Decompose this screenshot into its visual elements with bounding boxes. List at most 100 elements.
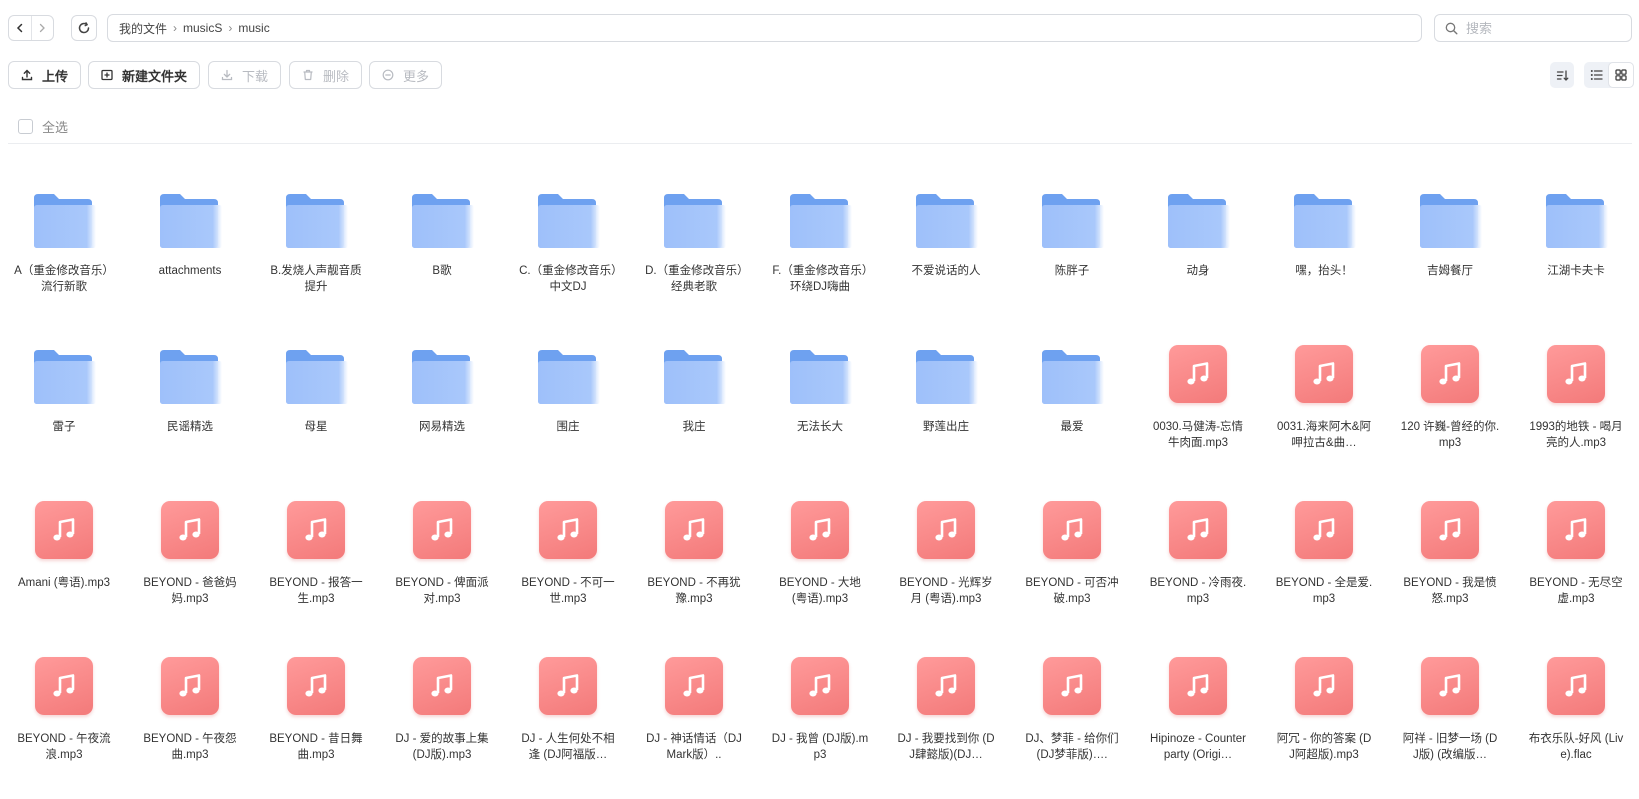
music-note-icon — [539, 657, 597, 715]
folder-item[interactable]: 无法长大 — [757, 342, 883, 498]
music-file-item[interactable]: BEYOND - 爸爸妈妈.mp3 — [127, 498, 253, 654]
music-file-icon — [284, 654, 348, 718]
music-file-item[interactable]: 阿祥 - 旧梦一场 (DJ版) (改编版… — [1387, 654, 1513, 799]
folder-item[interactable]: 我庄 — [631, 342, 757, 498]
breadcrumb-item[interactable]: 我的文件 — [119, 20, 167, 37]
folder-item[interactable]: 江湖卡夫卡 — [1513, 186, 1639, 342]
music-file-item[interactable]: 120 许巍-曾经的你.mp3 — [1387, 342, 1513, 498]
music-file-item[interactable]: Amani (粤语).mp3 — [1, 498, 127, 654]
folder-item[interactable]: A（重金修改音乐）流行新歌 — [1, 186, 127, 342]
music-file-item[interactable]: BEYOND - 俾面派对.mp3 — [379, 498, 505, 654]
music-file-item[interactable]: BEYOND - 不再犹豫.mp3 — [631, 498, 757, 654]
search-box[interactable] — [1434, 14, 1632, 42]
music-file-item[interactable]: BEYOND - 可否冲破.mp3 — [1009, 498, 1135, 654]
folder-item[interactable]: 不爱说话的人 — [883, 186, 1009, 342]
music-file-item[interactable]: BEYOND - 报答一生.mp3 — [253, 498, 379, 654]
folder-item[interactable]: D.（重金修改音乐）经典老歌 — [631, 186, 757, 342]
folder-item[interactable]: 民谣精选 — [127, 342, 253, 498]
breadcrumb[interactable]: 我的文件 › musicS › music — [107, 14, 1422, 42]
folder-item[interactable]: B.发烧人声靓音质提升 — [253, 186, 379, 342]
music-note-icon — [1295, 501, 1353, 559]
folder-icon — [1166, 186, 1230, 250]
music-file-item[interactable]: BEYOND - 冷雨夜.mp3 — [1135, 498, 1261, 654]
music-file-icon — [32, 498, 96, 562]
upload-button[interactable]: 上传 — [8, 61, 82, 89]
music-file-icon — [1040, 498, 1104, 562]
folder-item[interactable]: 网易精选 — [379, 342, 505, 498]
folder-item[interactable]: 动身 — [1135, 186, 1261, 342]
download-button[interactable]: 下载 — [208, 61, 282, 89]
music-file-item[interactable]: BEYOND - 昔日舞曲.mp3 — [253, 654, 379, 799]
forward-button[interactable] — [30, 16, 54, 40]
folder-item[interactable]: 野莲出庄 — [883, 342, 1009, 498]
music-file-item[interactable]: DJ、梦菲 - 给你们 (DJ梦菲版)…. — [1009, 654, 1135, 799]
music-note-icon — [161, 657, 219, 715]
new-folder-button[interactable]: 新建文件夹 — [88, 61, 201, 89]
music-file-item[interactable]: 阿冗 - 你的答案 (DJ阿超版).mp3 — [1261, 654, 1387, 799]
folder-item[interactable]: 围庄 — [505, 342, 631, 498]
folder-item[interactable]: 陈胖子 — [1009, 186, 1135, 342]
music-file-item[interactable]: BEYOND - 大地 (粤语).mp3 — [757, 498, 883, 654]
item-name: 吉姆餐厅 — [1427, 265, 1473, 277]
music-note-icon — [917, 501, 975, 559]
search-icon — [1445, 22, 1458, 34]
item-name: B歌 — [432, 265, 452, 277]
folder-item[interactable]: 雷子 — [1, 342, 127, 498]
music-file-item[interactable]: BEYOND - 光辉岁月 (粤语).mp3 — [883, 498, 1009, 654]
folder-item[interactable]: C.（重金修改音乐）中文DJ — [505, 186, 631, 342]
folder-item[interactable]: attachments — [127, 186, 253, 342]
folder-item[interactable]: 母星 — [253, 342, 379, 498]
music-file-item[interactable]: BEYOND - 不可一世.mp3 — [505, 498, 631, 654]
music-file-item[interactable]: DJ - 我曾 (DJ版).mp3 — [757, 654, 883, 799]
music-file-item[interactable]: 布衣乐队-好风 (Live).flac — [1513, 654, 1639, 799]
search-input[interactable] — [1466, 20, 1616, 36]
item-name: 不爱说话的人 — [911, 265, 981, 277]
folder-item[interactable]: 最爱 — [1009, 342, 1135, 498]
folder-item[interactable]: 吉姆餐厅 — [1387, 186, 1513, 342]
back-button[interactable] — [9, 16, 31, 40]
music-file-item[interactable]: BEYOND - 全是爱.mp3 — [1261, 498, 1387, 654]
trash-icon — [302, 69, 314, 81]
music-file-icon — [536, 498, 600, 562]
folder-icon — [1292, 186, 1356, 250]
folder-item[interactable]: F.（重金修改音乐）环绕DJ嗨曲 — [757, 186, 883, 342]
music-file-item[interactable]: BEYOND - 无尽空虚.mp3 — [1513, 498, 1639, 654]
item-name: DJ - 爱的故事上集 (DJ版).mp3 — [395, 733, 489, 761]
music-file-item[interactable]: 0030.马健涛-忘情牛肉面.mp3 — [1135, 342, 1261, 498]
select-all-checkbox[interactable] — [18, 119, 33, 134]
breadcrumb-item-current[interactable]: music — [238, 21, 269, 35]
music-file-icon — [158, 498, 222, 562]
more-button[interactable]: 更多 — [369, 61, 443, 89]
item-name: B.发烧人声靓音质提升 — [270, 265, 362, 293]
item-name: BEYOND - 光辉岁月 (粤语).mp3 — [899, 577, 993, 605]
sort-button[interactable] — [1550, 62, 1574, 88]
music-note-icon — [287, 501, 345, 559]
item-name: 围庄 — [556, 421, 580, 433]
music-file-icon — [1166, 498, 1230, 562]
item-name: 无法长大 — [797, 421, 843, 433]
download-label: 下载 — [242, 68, 269, 84]
item-name: DJ - 神话情话（DJ Mark版）.. — [646, 733, 742, 761]
music-file-item[interactable]: BEYOND - 午夜怨曲.mp3 — [127, 654, 253, 799]
folder-item[interactable]: 嘿，抬头！ — [1261, 186, 1387, 342]
music-note-icon — [1043, 501, 1101, 559]
music-file-item[interactable]: DJ - 神话情话（DJ Mark版）.. — [631, 654, 757, 799]
delete-button[interactable]: 删除 — [289, 61, 363, 89]
list-view-button[interactable] — [1584, 62, 1608, 88]
folder-item[interactable]: B歌 — [379, 186, 505, 342]
select-all[interactable]: 全选 — [18, 117, 68, 136]
music-file-item[interactable]: 1993的地铁 - 喝月亮的人.mp3 — [1513, 342, 1639, 498]
music-file-item[interactable]: DJ - 人生何处不相逢 (DJ阿福版… — [505, 654, 631, 799]
music-file-item[interactable]: DJ - 我要找到你 (DJ肆懿版)(DJ… — [883, 654, 1009, 799]
music-file-item[interactable]: Hipinoze - Counterparty (Origi… — [1135, 654, 1261, 799]
music-file-item[interactable]: BEYOND - 我是愤怒.mp3 — [1387, 498, 1513, 654]
music-file-icon — [662, 654, 726, 718]
refresh-button[interactable] — [71, 15, 97, 41]
music-note-icon — [161, 501, 219, 559]
music-file-item[interactable]: BEYOND - 午夜流浪.mp3 — [1, 654, 127, 799]
music-file-item[interactable]: 0031.海来阿木&阿呷拉古&曲… — [1261, 342, 1387, 498]
grid-view-button[interactable] — [1608, 62, 1634, 88]
music-file-item[interactable]: DJ - 爱的故事上集 (DJ版).mp3 — [379, 654, 505, 799]
view-switcher — [1584, 62, 1634, 88]
breadcrumb-item[interactable]: musicS — [183, 21, 222, 35]
